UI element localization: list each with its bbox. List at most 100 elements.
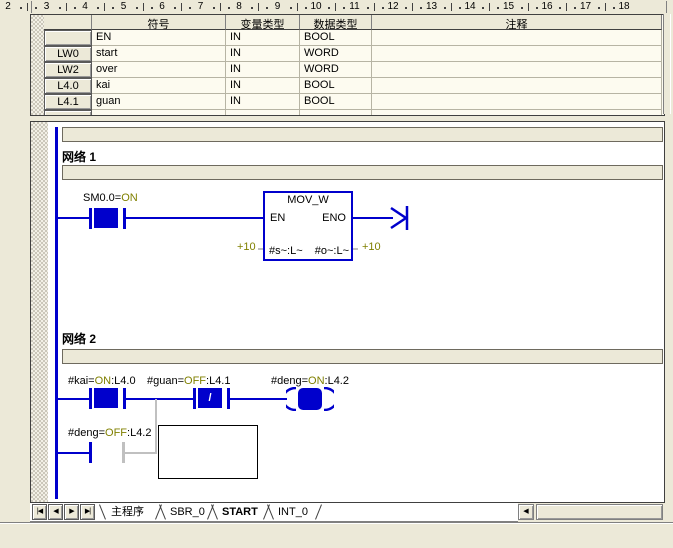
row-address[interactable] (44, 30, 92, 46)
contact-guan-not[interactable]: / (193, 388, 230, 409)
contact-left-bar (193, 388, 196, 409)
table-selector-strip (31, 15, 44, 115)
header-comment: 注释 (372, 15, 662, 30)
row-comment[interactable] (372, 30, 662, 46)
row-symbol[interactable]: start (92, 46, 226, 62)
ruler-tick (497, 7, 499, 9)
mov-w-box[interactable]: MOV_W EN ENO #s~:L~ #o~:L~ (263, 191, 353, 261)
ruler-number: 18 (618, 1, 629, 12)
row-var-type[interactable]: IN (226, 30, 300, 46)
row-address[interactable]: L4.0 (44, 78, 92, 94)
row-address[interactable]: LW2 (44, 62, 92, 78)
ruler-tick (136, 7, 138, 9)
row-comment[interactable] (372, 94, 662, 110)
tab-next-button[interactable]: ▶ (64, 504, 79, 520)
header-address-cell (44, 15, 92, 30)
contact-kai[interactable] (89, 388, 126, 409)
row-symbol[interactable]: kai (92, 78, 226, 94)
row-symbol[interactable]: over (92, 62, 226, 78)
row-comment[interactable] (372, 110, 662, 116)
ruler-tick (35, 7, 37, 9)
network1-comment-bar[interactable] (62, 165, 663, 180)
row-symbol[interactable] (92, 110, 226, 116)
contact-energized-square (94, 208, 118, 228)
edit-cursor-box[interactable] (158, 425, 258, 479)
ruler-tick (574, 7, 576, 9)
row-address[interactable]: L4.1 (44, 94, 92, 110)
hscroll-thumb[interactable] (536, 504, 663, 520)
row-comment[interactable] (372, 78, 662, 94)
tab-sbr0[interactable]: SBR_0 (164, 504, 211, 520)
contact-sm00[interactable] (89, 208, 126, 229)
row-data-type[interactable] (300, 110, 372, 116)
label-address: :L4.2 (325, 375, 349, 387)
tab-main-program[interactable]: 主程序 (105, 504, 150, 520)
network2-comment-bar[interactable] (62, 349, 663, 364)
ruler-tick (451, 3, 452, 11)
row-data-type[interactable]: BOOL (300, 94, 372, 110)
label-operand: #kai= (68, 375, 95, 387)
ruler-tick (382, 7, 384, 9)
ruler-tick (74, 7, 76, 9)
row-var-type[interactable]: IN (226, 62, 300, 78)
ruler-tick (405, 7, 407, 9)
ruler-tick (459, 7, 461, 9)
ruler-tick (528, 3, 529, 11)
row-var-type[interactable]: IN (226, 78, 300, 94)
row-var-type[interactable]: IN (226, 94, 300, 110)
wire-segment (126, 217, 263, 219)
ruler-divider-left (31, 1, 32, 13)
header-var-type: 变量类型 (226, 15, 300, 30)
row-comment[interactable] (372, 62, 662, 78)
ruler-tick (482, 7, 484, 9)
row-data-type[interactable]: BOOL (300, 78, 372, 94)
ruler-tick (228, 7, 230, 9)
ruler-tick (297, 3, 298, 11)
ruler-tick (66, 3, 67, 11)
box-eno-pin: ENO (322, 212, 346, 224)
row-address[interactable]: LW0 (44, 46, 92, 62)
network2-title[interactable]: 网络 2 (62, 330, 96, 347)
ruler-tick (20, 7, 22, 9)
contact-left-bar[interactable] (89, 442, 92, 463)
row-var-type[interactable] (226, 110, 300, 116)
row-address[interactable] (44, 110, 92, 116)
row-comment[interactable] (372, 46, 662, 62)
tab-prev-button[interactable]: ◀ (48, 504, 63, 520)
tab-start[interactable]: START (216, 504, 264, 520)
pou-tab-bar: |◀ ◀ ▶ ▶| 主程序 SBR_0 START INT_0 ◀ (30, 503, 665, 521)
row-symbol[interactable]: EN (92, 30, 226, 46)
row-symbol[interactable]: guan (92, 94, 226, 110)
ruler-tick (258, 3, 259, 11)
header-symbol: 符号 (92, 15, 226, 30)
coil-deng[interactable] (286, 387, 334, 411)
network1-title[interactable]: 网络 1 (62, 148, 96, 165)
table-row: L4.0 kai IN BOOL (44, 78, 662, 94)
row-data-type[interactable]: BOOL (300, 30, 372, 46)
ruler-tick (143, 3, 144, 11)
ruler-number: 4 (82, 1, 88, 12)
tab-first-button[interactable]: |◀ (32, 504, 47, 520)
label-operand: #deng= (271, 375, 308, 387)
box-in-value[interactable]: +10 (237, 241, 256, 253)
tab-last-button[interactable]: ▶| (80, 504, 95, 520)
ruler-number: 12 (387, 1, 398, 12)
ruler-tick (189, 7, 191, 9)
header-data-type: 数据类型 (300, 15, 372, 30)
box-out-value[interactable]: +10 (362, 241, 381, 253)
table-row: LW2 over IN WORD (44, 62, 662, 78)
param-tick (258, 248, 263, 250)
label-operand: SM0.0= (83, 192, 121, 204)
contact-label-sm00: SM0.0=ON (83, 192, 138, 204)
ruler-tick (290, 7, 292, 9)
ruler-tick (343, 7, 345, 9)
ruler-tick (412, 3, 413, 11)
row-data-type[interactable]: WORD (300, 46, 372, 62)
ruler-tick (598, 7, 600, 9)
row-var-type[interactable]: IN (226, 46, 300, 62)
wire-segment (230, 398, 287, 400)
tab-int0[interactable]: INT_0 (272, 504, 314, 520)
hscroll-left-button[interactable]: ◀ (518, 504, 534, 520)
program-comment-bar[interactable] (62, 127, 663, 142)
row-data-type[interactable]: WORD (300, 62, 372, 78)
